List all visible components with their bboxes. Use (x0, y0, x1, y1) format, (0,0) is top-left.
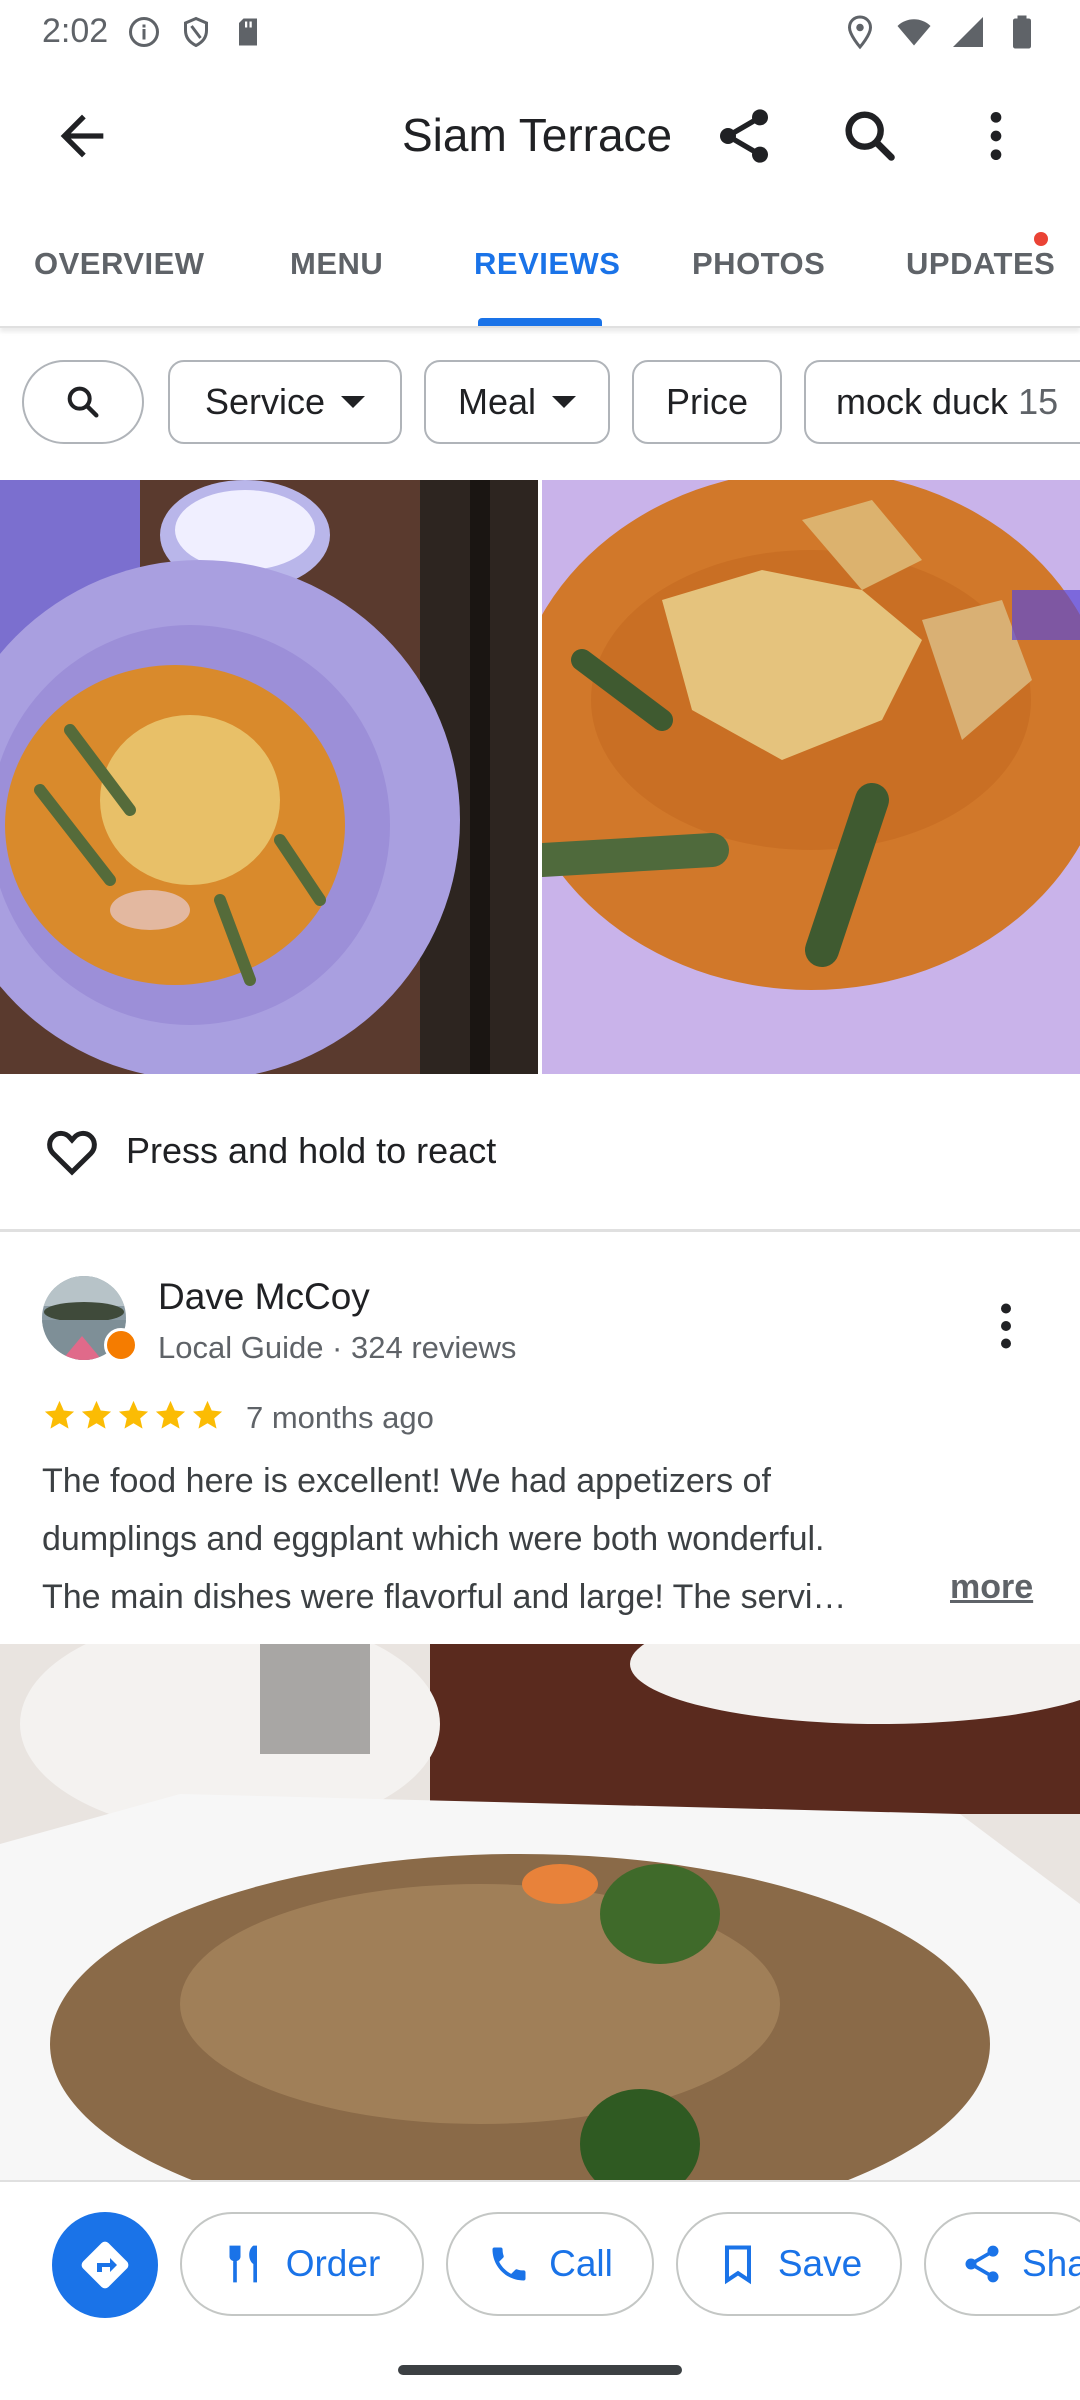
filter-chip-meal[interactable]: Meal (424, 360, 610, 444)
review-photo-noodles[interactable] (0, 1644, 1080, 2184)
review-text-line: dumplings and eggplant which were both w… (42, 1520, 825, 1558)
react-row[interactable]: Press and hold to react (0, 1074, 1080, 1232)
bookmark-icon (724, 2245, 751, 2285)
more-vert-icon[interactable] (964, 104, 1028, 168)
reviewer-meta: Local Guide · 324 reviews (158, 1330, 517, 1365)
star-icon (118, 1400, 149, 1429)
filter-chip-price[interactable]: Price (632, 360, 782, 444)
order-button[interactable]: Order (180, 2212, 424, 2316)
more-vert-icon[interactable] (976, 1296, 1036, 1356)
review-text-line: The main dishes were flavorful and large… (42, 1578, 847, 1616)
status-time: 2:02 (42, 12, 109, 50)
chip-label: Price (665, 381, 749, 422)
chip-count: 15 (1018, 381, 1059, 422)
directions-button[interactable] (52, 2212, 158, 2318)
react-label: Press and hold to react (126, 1130, 497, 1171)
shield-icon (184, 16, 208, 48)
review-filter-chips: Service Meal Price mock duck 15 (0, 360, 1080, 444)
call-label: Call (549, 2243, 613, 2284)
phone-icon (492, 2247, 526, 2281)
battery-icon (1013, 15, 1031, 49)
more-link[interactable]: more (950, 1568, 1033, 1607)
search-reviews-chip[interactable] (22, 360, 144, 444)
info-icon (129, 17, 159, 47)
review-photo-curry-plate[interactable] (0, 480, 538, 1074)
notification-dot (1034, 232, 1048, 246)
heart-outline-icon[interactable] (42, 1122, 102, 1182)
order-label: Order (285, 2243, 381, 2284)
top-app-bar: Siam Terrace (0, 76, 1080, 196)
call-button[interactable]: Call (446, 2212, 654, 2316)
dropdown-caret-icon (341, 396, 366, 408)
tab-overview[interactable]: OVERVIEW (34, 246, 205, 282)
review-text[interactable]: The food here is excellent! We had appet… (42, 1452, 942, 1626)
search-icon[interactable] (838, 104, 902, 168)
tab-reviews[interactable]: REVIEWS (474, 246, 620, 282)
star-icon (155, 1400, 186, 1429)
sd-card-icon (239, 18, 257, 46)
location-icon (847, 15, 873, 50)
home-indicator[interactable] (398, 2365, 682, 2375)
active-tab-indicator (478, 318, 602, 326)
chip-label: Meal (457, 381, 537, 422)
share-icon[interactable] (712, 104, 776, 168)
filter-chip-mock-duck[interactable]: mock duck 15 (804, 360, 1080, 444)
review-time: 7 months ago (246, 1400, 434, 1435)
star-icon (44, 1400, 75, 1429)
tab-bar: OVERVIEW MENU REVIEWS PHOTOS UPDATES (0, 218, 1080, 328)
reviewer-name[interactable]: Dave McCoy (158, 1276, 370, 1318)
tab-updates[interactable]: UPDATES (906, 246, 1055, 282)
tab-menu[interactable]: MENU (290, 246, 383, 282)
local-guide-badge-icon (104, 1328, 138, 1362)
star-icon (192, 1400, 223, 1429)
share-button[interactable]: Sha (924, 2212, 1080, 2316)
status-bar: 2:02 (0, 0, 1080, 64)
review-text-line: The food here is excellent! We had appet… (42, 1462, 771, 1500)
share-icon (965, 2245, 999, 2283)
save-button[interactable]: Save (676, 2212, 902, 2316)
restaurant-icon (229, 2245, 257, 2283)
back-arrow-icon[interactable] (50, 104, 114, 168)
review-photo-row (0, 480, 1080, 1074)
directions-icon (81, 2241, 129, 2289)
filter-chip-service[interactable]: Service (168, 360, 402, 444)
share-label: Sha (1022, 2243, 1080, 2284)
star-rating (42, 1398, 225, 1433)
search-icon (67, 386, 99, 418)
dropdown-caret-icon (552, 396, 577, 408)
star-icon (81, 1400, 112, 1429)
chip-label: mock duck (836, 381, 1009, 422)
review-photo-curry-closeup[interactable] (542, 480, 1080, 1074)
signal-icon (953, 17, 983, 47)
wifi-icon (897, 19, 931, 46)
chip-label: Service (204, 381, 326, 422)
save-label: Save (777, 2243, 863, 2284)
tab-photos[interactable]: PHOTOS (692, 246, 825, 282)
page-title: Siam Terrace (402, 109, 673, 161)
